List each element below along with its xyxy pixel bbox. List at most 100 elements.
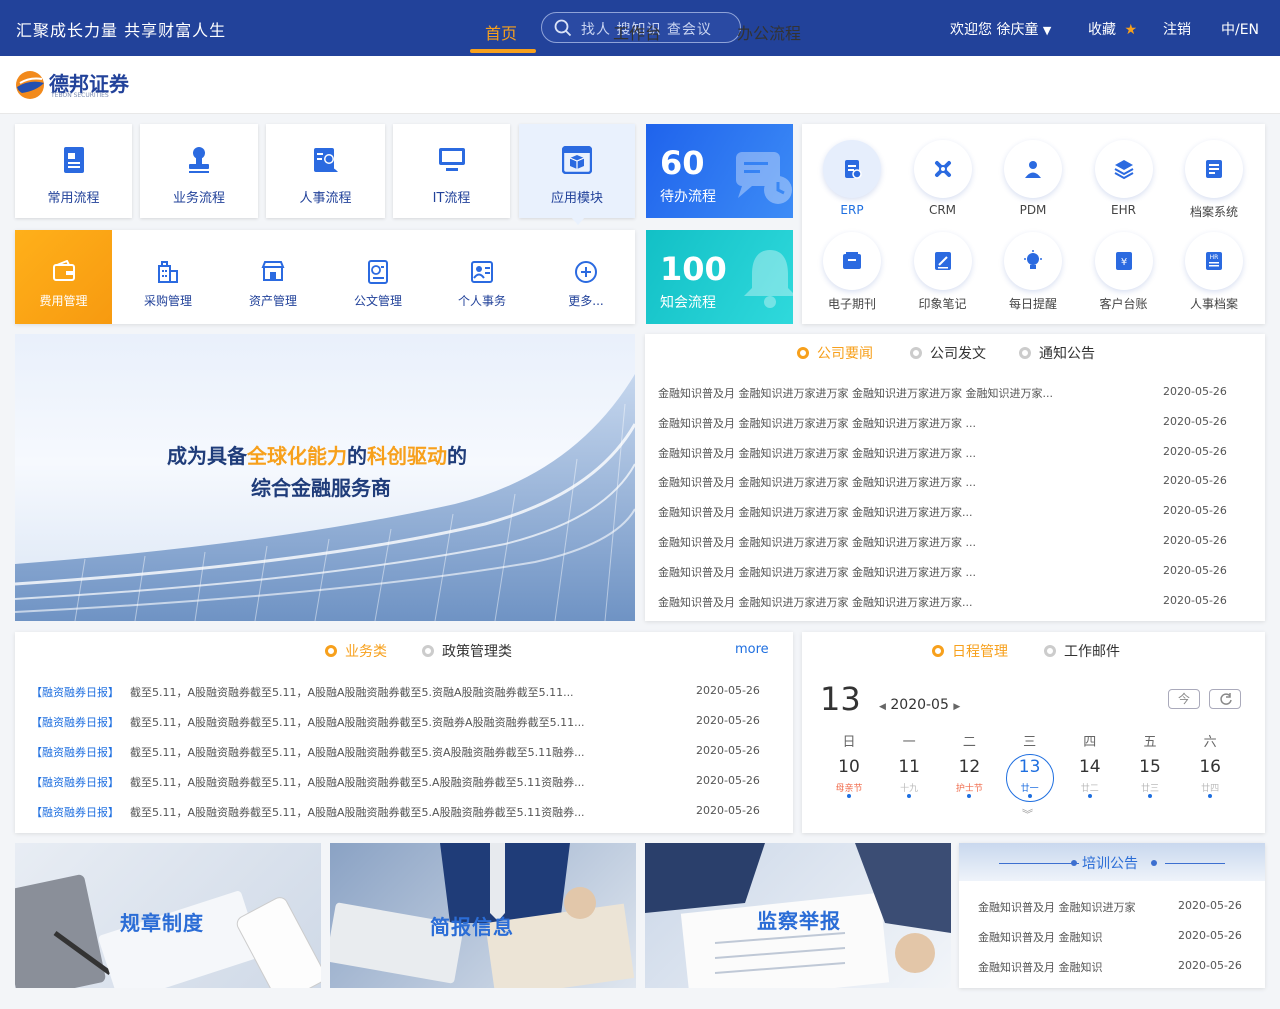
chevron-right-icon[interactable]: ▶ [953,702,960,712]
app-hr-archive[interactable]: HR 人事档案 [1174,232,1254,312]
card-briefing[interactable]: 简报信息 [330,843,636,988]
app-icon-circle [823,232,881,290]
news-item[interactable]: 金融知识普及月 金融知识进万家进万家 金融知识进万家进万家 金融知识进万家... [658,385,1053,401]
app-daily-reminder[interactable]: 每日提醒 [993,232,1073,312]
business-item[interactable]: 截至5.11，A股融资融券截至5.11，A股融A股融资融券截至5.资A股融资融券… [130,744,585,760]
app-pdm[interactable]: PDM [993,140,1073,217]
news-item[interactable]: 金融知识普及月 金融知识进万家进万家 金融知识进万家进万家 ... [658,534,976,550]
module-hr-process[interactable]: 人事流程 [266,124,385,218]
chevron-left-icon[interactable]: ◀ [879,702,886,712]
app-customer-ledger[interactable]: ¥ 客户台账 [1084,232,1164,312]
calendar-day[interactable]: 10 [829,757,869,777]
module-app-modules[interactable]: 应用模块 [519,124,635,218]
news-date: 2020-05-26 [1163,385,1227,398]
submodule-more[interactable]: 更多... [535,230,637,324]
slogan: 汇聚成长力量 共享财富人生 [16,21,227,40]
module-it-process[interactable]: IT流程 [393,124,510,218]
expand-chevrons-icon[interactable]: ︾ [1022,806,1033,822]
news-item[interactable]: 金融知识普及月 金融知识进万家进万家 金融知识进万家进万家... [658,594,972,610]
news-tab-company-news[interactable]: 公司要闻 [797,343,873,363]
app-e-journal[interactable]: 电子期刊 [812,232,892,312]
training-item[interactable]: 金融知识普及月 金融知识进万家 [978,899,1136,915]
submodule-label: 更多... [568,294,604,308]
tab-schedule[interactable]: 日程管理 [932,641,1008,661]
news-item[interactable]: 金融知识普及月 金融知识进万家进万家 金融知识进万家进万家... [658,504,972,520]
logout-button[interactable]: 注销 [1163,19,1191,39]
news-item[interactable]: 金融知识普及月 金融知识进万家进万家 金融知识进万家进万家 ... [658,415,976,431]
hero-banner[interactable]: 成为具备全球化能力的科创驱动的 综合金融服务商 [15,334,635,621]
tab-work-mail[interactable]: 工作邮件 [1044,641,1120,661]
today-button[interactable]: 今 [1168,689,1200,709]
news-tab-company-docs[interactable]: 公司发文 [910,343,986,363]
app-icon-circle [1004,232,1062,290]
submodule-personal[interactable]: 个人事务 [431,230,533,324]
calendar-day[interactable]: 16 [1190,757,1230,777]
app-erp[interactable]: ERP [812,140,892,217]
current-month: 2020-05 [890,697,949,713]
training-title: 培训公告 [1082,856,1138,872]
submodule-label: 公文管理 [353,294,402,308]
app-icon-circle [913,232,972,290]
month-picker[interactable]: ◀ 2020-05 ▶ [879,697,960,713]
more-link[interactable]: more [735,642,769,657]
business-tag[interactable]: 【融资融券日报】 [31,714,119,730]
caret-down-icon: ▼ [1042,24,1052,37]
module-label: IT流程 [432,191,471,206]
language-toggle[interactable]: 中/EN [1221,19,1259,39]
news-item[interactable]: 金融知识普及月 金融知识进万家进万家 金融知识进万家进万家 ... [658,445,976,461]
submodule-expense[interactable]: 费用管理 [15,230,112,324]
training-item[interactable]: 金融知识普及月 金融知识 [978,959,1103,975]
training-item[interactable]: 金融知识普及月 金融知识 [978,929,1103,945]
favorites-button[interactable]: 收藏 ★ [1088,19,1137,39]
app-archive-system[interactable]: 档案系统 [1174,140,1254,220]
lunar-date: 护士节 [955,784,983,794]
tab-workbench[interactable]: 工作台 [613,20,661,44]
news-tab-notices[interactable]: 通知公告 [1019,343,1095,363]
tab-home[interactable]: 首页 [485,20,517,44]
banner-headline-line2: 综合金融服务商 [251,476,391,500]
calendar-day[interactable]: 15 [1130,757,1170,777]
notify-count: 100 [660,250,727,288]
submodule-assets[interactable]: 资产管理 [222,230,324,324]
tab-business[interactable]: 业务类 [325,641,387,661]
card-title: 简报信息 [430,915,514,939]
tab-office-process[interactable]: 办公流程 [737,20,801,44]
app-crm[interactable]: CRM [903,140,983,217]
app-icon-circle [913,140,972,198]
business-item[interactable]: 截至5.11，A股融资融券截至5.11，A股融A股融资融券截至5.A股融资融券截… [130,774,585,790]
business-tag[interactable]: 【融资融券日报】 [31,744,119,760]
news-item[interactable]: 金融知识普及月 金融知识进万家进万家 金融知识进万家进万家 ... [658,474,976,490]
refresh-button[interactable] [1209,689,1241,709]
lunar-date: 廿四 [1201,784,1220,794]
plus-circle-icon [575,261,597,283]
pending-process-card[interactable]: 60 待办流程 [646,124,793,218]
submodule-documents[interactable]: 公文管理 [327,230,429,324]
module-business-process[interactable]: 业务流程 [140,124,258,218]
calendar-day[interactable]: 13 [1010,757,1050,777]
submodule-procurement[interactable]: 采购管理 [117,230,219,324]
calendar-day[interactable]: 14 [1070,757,1110,777]
welcome-text: 欢迎您 徐庆童 [950,22,1039,38]
calendar-day[interactable]: 11 [889,757,929,777]
business-tag[interactable]: 【融资融券日报】 [31,774,119,790]
banner-headline-line1: 成为具备全球化能力的科创驱动的 [167,440,467,469]
card-inspection[interactable]: 监察举报 [645,843,951,988]
module-label: 人事流程 [299,191,352,206]
news-item[interactable]: 金融知识普及月 金融知识进万家进万家 金融知识进万家进万家 ... [658,564,976,580]
card-regulations[interactable]: 规章制度 [15,843,321,988]
business-tag[interactable]: 【融资融券日报】 [31,804,119,820]
calendar-day[interactable]: 12 [949,757,989,777]
tab-policy[interactable]: 政策管理类 [422,641,512,661]
app-ehr[interactable]: EHR [1084,140,1164,217]
app-label: 电子期刊 [827,297,876,311]
module-common-process[interactable]: 常用流程 [15,124,132,218]
business-item[interactable]: 截至5.11，A股融资融券截至5.11，A股融A股融资融券截至5.资融A股融资融… [130,684,574,700]
business-item[interactable]: 截至5.11，A股融资融券截至5.11，A股融A股融资融券截至5.资融券A股融资… [130,714,585,730]
notify-process-card[interactable]: 100 知会流程 [646,230,793,324]
business-item[interactable]: 截至5.11，A股融资融券截至5.11，A股融A股融资融券截至5.A股融资融券截… [130,804,585,820]
app-label: 印象笔记 [918,297,967,311]
app-evernote[interactable]: 印象笔记 [903,232,983,312]
svg-text:HR: HR [1210,254,1219,261]
user-menu[interactable]: 欢迎您 徐庆童 ▼ [950,19,1051,39]
business-tag[interactable]: 【融资融券日报】 [31,684,119,700]
